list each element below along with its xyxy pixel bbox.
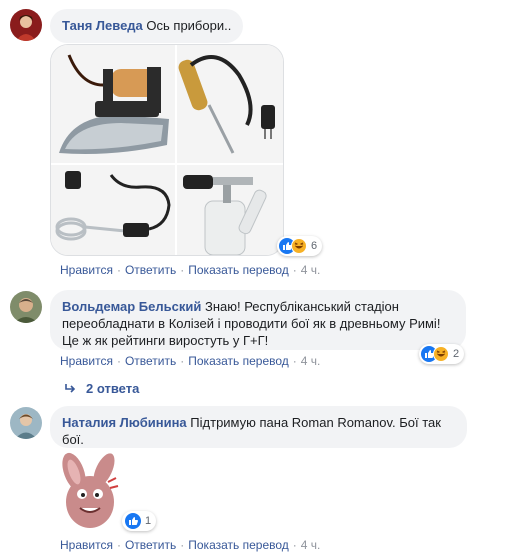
like-link[interactable]: Нравится [60,538,113,552]
comment-actions: Нравится · Ответить · Показать перевод · 4 ч. [60,354,321,368]
like-reaction-icon [125,513,141,529]
translate-link[interactable]: Показать перевод [188,354,289,368]
comment-bubble: Наталия Любинина Підтримую пана Roman Ro… [50,406,467,448]
reaction-count: 2 [453,348,460,360]
reaction-summary[interactable]: 6 [277,236,323,256]
like-link[interactable]: Нравится [60,354,113,368]
translate-link[interactable]: Показать перевод [188,538,289,552]
reaction-count: 1 [145,515,152,527]
haha-reaction-icon [433,346,449,362]
comment-actions: Нравится · Ответить · Показать перевод · 4 ч. [60,263,321,277]
comment-bubble: Вольдемар Бельский Знаю! Республіканськи… [50,290,466,350]
reaction-summary[interactable]: 2 [419,344,465,364]
replies-count[interactable]: 2 ответа [86,381,139,396]
reply-link[interactable]: Ответить [125,354,176,368]
timestamp[interactable]: 4 ч. [301,538,321,552]
photo-soldering-iron[interactable] [177,45,283,163]
comment-bubble: Таня Леведа Ось прибори.. [50,9,244,43]
reply-link[interactable]: Ответить [125,263,176,277]
translate-link[interactable]: Показать перевод [188,263,289,277]
timestamp[interactable]: 4 ч. [301,354,321,368]
reaction-count: 6 [311,240,318,252]
reply-link[interactable]: Ответить [125,538,176,552]
photo-blowtorch[interactable] [177,165,283,255]
attached-photo-grid[interactable] [50,44,284,256]
like-link[interactable]: Нравится [60,263,113,277]
timestamp[interactable]: 4 ч. [301,263,321,277]
haha-reaction-icon [291,238,307,254]
reaction-summary[interactable]: 1 [122,511,157,531]
comment-actions: Нравится · Ответить · Показать перевод · 4 ч. [60,538,321,552]
avatar[interactable] [10,9,42,41]
avatar[interactable] [10,407,42,439]
comment-author[interactable]: Вольдемар Бельский [62,299,201,314]
avatar[interactable] [10,291,42,323]
comment-author[interactable]: Наталия Любинина [62,415,187,430]
photo-immersion-heater[interactable] [51,165,175,255]
photo-iron[interactable] [51,45,175,163]
sticker-image[interactable] [50,452,130,532]
reply-arrow-icon [64,381,78,396]
view-replies-link[interactable]: 2 ответа [64,381,139,396]
comment-text: Ось прибори.. [146,18,232,33]
comment-author[interactable]: Таня Леведа [62,18,143,33]
